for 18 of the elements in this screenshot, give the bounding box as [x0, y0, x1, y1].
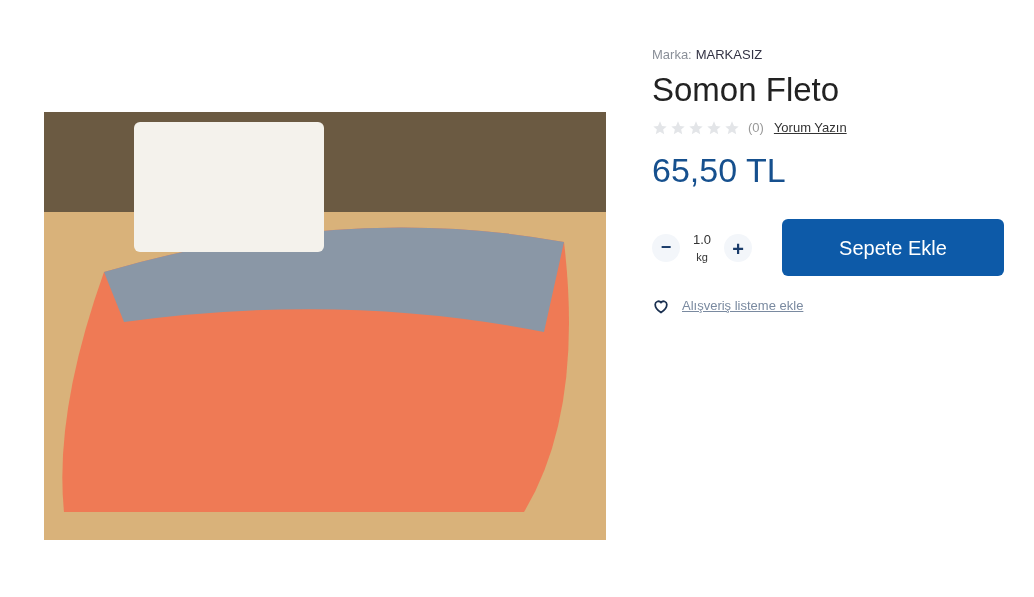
write-review-link[interactable]: Yorum Yazın	[773, 117, 847, 138]
star-icon	[706, 119, 722, 136]
increase-button[interactable]: +	[724, 233, 752, 262]
quantity-unit: kg	[696, 250, 708, 266]
review-count: (0)	[748, 118, 764, 137]
quantity-value: 1.0	[692, 230, 712, 249]
star-icon	[688, 119, 704, 136]
star-icon	[724, 119, 740, 136]
heart-icon	[652, 298, 670, 314]
add-to-cart-button[interactable]: Sepete Ekle	[782, 219, 1004, 277]
wishlist-link[interactable]: Alışveriş listeme ekle	[652, 296, 804, 316]
brand-label: Marka:	[652, 46, 692, 64]
decrease-button[interactable]: −	[652, 233, 680, 262]
brand-name: MARKASIZ	[695, 46, 763, 64]
product-price: 65,50 TL	[652, 150, 787, 192]
product-title: Somon Fleto	[652, 69, 841, 110]
star-icon	[652, 119, 668, 136]
star-icon	[670, 119, 686, 136]
